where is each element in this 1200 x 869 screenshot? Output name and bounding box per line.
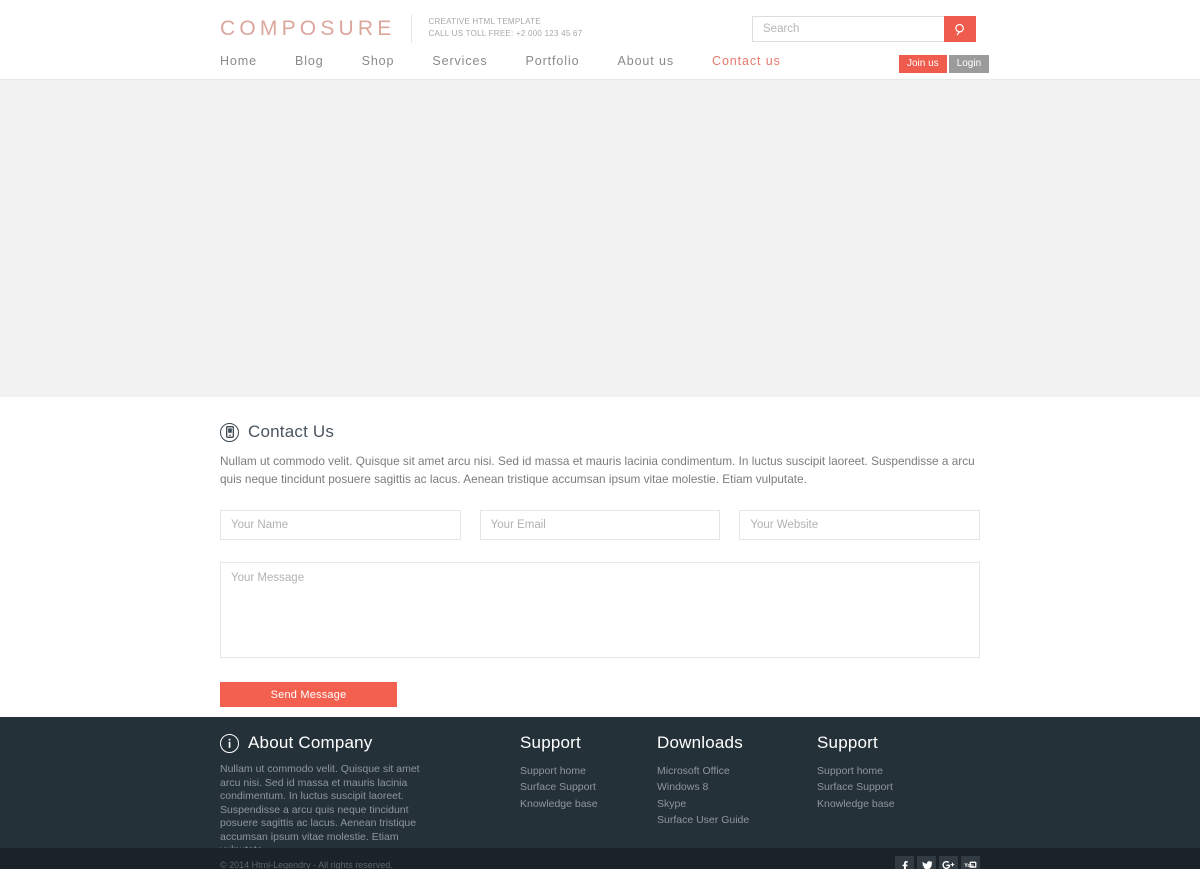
site-header: COMPOSURE CREATIVE HTML TEMPLATE CALL US… (0, 0, 1200, 80)
footer-column-title: Support (817, 733, 878, 752)
footer-link[interactable]: Knowledge base (817, 796, 954, 812)
search-icon (954, 23, 967, 36)
footer-link[interactable]: Knowledge base (520, 796, 657, 812)
search-input[interactable] (753, 17, 944, 41)
auth-buttons: Join us Login (899, 55, 990, 73)
footer-link[interactable]: Support home (817, 763, 954, 779)
footer-link[interactable]: Microsoft Office (657, 763, 817, 779)
site-footer: About Company Nullam ut commodo velit. Q… (0, 717, 1200, 856)
nav-item-blog[interactable]: Blog (295, 54, 324, 68)
search-button[interactable] (944, 16, 976, 42)
youtube-icon[interactable]: You (961, 855, 980, 869)
about-company-title: About Company (248, 733, 373, 752)
tagline-line-1: CREATIVE HTML TEMPLATE (428, 17, 541, 26)
message-field[interactable] (220, 562, 980, 658)
login-button[interactable]: Login (948, 55, 990, 73)
footer-column-downloads: Downloads Microsoft Office Windows 8 Sky… (657, 733, 817, 858)
footer-column-title: Support (520, 733, 581, 752)
website-field[interactable] (739, 510, 981, 540)
footer-column-support-2: Support Support home Surface Support Kno… (817, 733, 954, 858)
nav-item-portfolio[interactable]: Portfolio (526, 54, 580, 68)
footer-about-block: About Company Nullam ut commodo velit. Q… (220, 733, 520, 858)
mobile-phone-icon (220, 422, 239, 442)
page-title: Contact Us (248, 422, 335, 441)
twitter-icon[interactable] (917, 855, 936, 869)
search-bar (752, 16, 976, 42)
join-us-button[interactable]: Join us (899, 55, 947, 73)
footer-links: Support home Surface Support Knowledge b… (817, 763, 954, 812)
footer-links: Microsoft Office Windows 8 Skype Surface… (657, 763, 817, 829)
header-tagline: CREATIVE HTML TEMPLATE CALL US TOLL FREE… (428, 14, 582, 40)
brand-divider (411, 15, 413, 43)
nav-item-shop[interactable]: Shop (362, 54, 395, 68)
copyright-text: © 2014 Html-Legendry - All rights reserv… (220, 860, 393, 869)
contact-section: Contact Us Nullam ut commodo velit. Quis… (0, 398, 1200, 717)
map-placeholder[interactable] (0, 80, 1200, 398)
google-plus-icon[interactable] (939, 855, 958, 869)
facebook-icon[interactable] (895, 855, 914, 869)
about-company-text: Nullam ut commodo velit. Quisque sit ame… (220, 763, 420, 856)
main-navigation: Home Blog Shop Services Portfolio About … (220, 54, 781, 68)
footer-link[interactable]: Surface Support (520, 779, 657, 795)
contact-inputs-row (220, 510, 981, 540)
social-links: You (895, 855, 980, 869)
footer-bottom-bar: © 2014 Html-Legendry - All rights reserv… (0, 848, 1200, 869)
send-message-button[interactable]: Send Message (220, 682, 397, 707)
footer-link[interactable]: Surface User Guide (657, 812, 817, 828)
info-icon (220, 733, 239, 753)
footer-link[interactable]: Surface Support (817, 779, 954, 795)
nav-item-contact-us[interactable]: Contact us (712, 54, 781, 68)
footer-column-support-1: Support Support home Surface Support Kno… (520, 733, 657, 858)
nav-item-home[interactable]: Home (220, 54, 257, 68)
contact-heading: Contact Us (220, 422, 980, 442)
footer-link[interactable]: Skype (657, 796, 817, 812)
footer-column-title: Downloads (657, 733, 743, 752)
footer-link[interactable]: Support home (520, 763, 657, 779)
nav-item-services[interactable]: Services (432, 54, 487, 68)
brand-block: COMPOSURE CREATIVE HTML TEMPLATE CALL US… (220, 14, 582, 44)
site-logo[interactable]: COMPOSURE (220, 14, 395, 44)
footer-links: Support home Surface Support Knowledge b… (520, 763, 657, 812)
nav-item-about-us[interactable]: About us (617, 54, 674, 68)
name-field[interactable] (220, 510, 461, 540)
about-company-heading: About Company (220, 733, 520, 753)
page-root: COMPOSURE CREATIVE HTML TEMPLATE CALL US… (0, 0, 1200, 869)
svg-text:You: You (964, 863, 973, 869)
email-field[interactable] (479, 510, 721, 540)
contact-intro-text: Nullam ut commodo velit. Quisque sit ame… (220, 454, 975, 486)
tagline-line-2: CALL US TOLL FREE: +2 000 123 45 67 (428, 29, 583, 38)
footer-link[interactable]: Windows 8 (657, 779, 817, 795)
